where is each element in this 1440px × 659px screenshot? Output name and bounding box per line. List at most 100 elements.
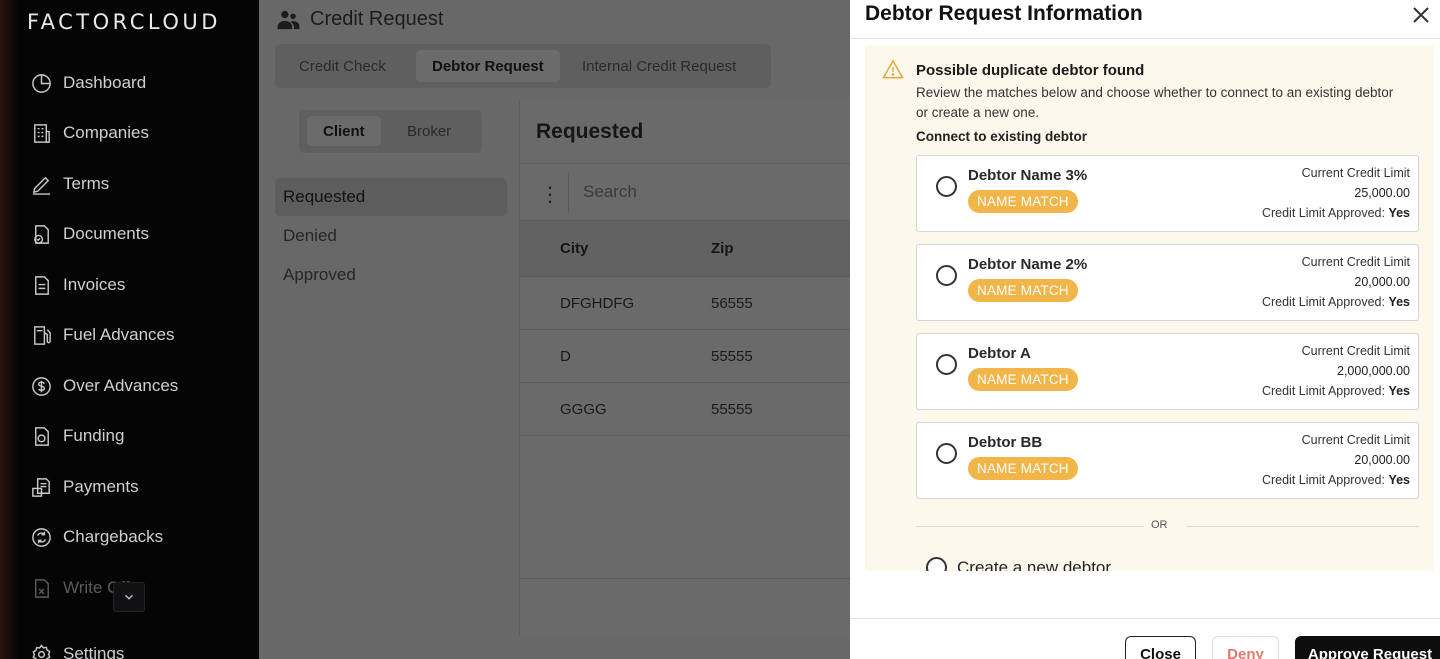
search-bar: ⋮ Search xyxy=(520,163,851,221)
cell-city: D xyxy=(560,348,571,365)
debtor-radio[interactable] xyxy=(936,265,957,286)
divider xyxy=(850,618,1440,619)
debtor-name: Debtor A xyxy=(968,345,1031,362)
create-new-debtor-radio[interactable] xyxy=(926,557,947,571)
divider xyxy=(1186,526,1419,527)
credit-limit-value: 25,000.00 xyxy=(1354,186,1410,200)
sidebar-item-label: Settings xyxy=(63,644,125,659)
credit-limit-label: Current Credit Limit xyxy=(1301,433,1410,447)
credit-limit-label: Current Credit Limit xyxy=(1301,166,1410,180)
or-divider: OR xyxy=(916,518,1419,534)
table-row[interactable]: DFGHDFG 56555 xyxy=(520,278,851,330)
close-button[interactable]: Close xyxy=(1125,636,1196,659)
sidebar: FACTORCLOUD Dashboard Companies Terms Do… xyxy=(0,0,259,659)
sidebar-item-label: Invoices xyxy=(63,275,126,294)
sidebar-item-label: Fuel Advances xyxy=(63,325,175,344)
name-match-badge: NAME MATCH xyxy=(968,457,1078,480)
debtor-option[interactable]: Debtor Name 3% NAME MATCH Current Credit… xyxy=(916,155,1419,232)
more-options-icon[interactable]: ⋮ xyxy=(540,182,560,207)
divider xyxy=(850,38,1440,39)
sidebar-item-dashboard[interactable]: Dashboard xyxy=(30,67,146,99)
divider xyxy=(568,173,569,213)
divider xyxy=(520,578,851,579)
warning-title: Possible duplicate debtor found xyxy=(916,62,1145,79)
approved-label: Credit Limit Approved: xyxy=(1261,384,1385,398)
warning-description: Review the matches below and choose whet… xyxy=(916,85,1394,120)
page-title: Credit Request xyxy=(277,8,443,31)
approved-label: Credit Limit Approved: xyxy=(1261,206,1385,220)
deny-button[interactable]: Deny xyxy=(1212,636,1279,659)
credit-limit-value: 20,000.00 xyxy=(1354,453,1410,467)
approved-value: Yes xyxy=(1388,206,1410,220)
debtor-radio[interactable] xyxy=(936,443,957,464)
client-broker-toggle: Client Broker xyxy=(299,110,482,153)
sidebar-item-chargebacks[interactable]: Chargebacks xyxy=(30,521,163,553)
credit-limit-label: Current Credit Limit xyxy=(1301,255,1410,269)
cell-zip: 55555 xyxy=(711,401,753,418)
approve-request-button[interactable]: Approve Request xyxy=(1295,636,1440,659)
debtor-option[interactable]: Debtor BB NAME MATCH Current Credit Limi… xyxy=(916,422,1419,499)
status-denied[interactable]: Denied xyxy=(275,217,507,255)
name-match-badge: NAME MATCH xyxy=(968,279,1078,302)
sidebar-item-label: Payments xyxy=(63,477,139,496)
credit-limit-value: 20,000.00 xyxy=(1354,275,1410,289)
chargeback-icon xyxy=(32,527,51,547)
close-icon[interactable] xyxy=(1409,3,1433,27)
credit-limit-approved: Credit Limit Approved: Yes xyxy=(1262,384,1410,398)
duplicate-warning: Possible duplicate debtor found Review t… xyxy=(865,45,1434,571)
approved-value: Yes xyxy=(1388,473,1410,487)
cell-zip: 56555 xyxy=(711,295,753,312)
sidebar-collapse-button[interactable] xyxy=(113,582,145,612)
gear-icon xyxy=(32,643,51,659)
users-icon xyxy=(277,10,300,29)
create-new-debtor-option[interactable]: Create a new debtor xyxy=(926,557,1111,571)
credit-limit-approved: Credit Limit Approved: Yes xyxy=(1262,206,1410,220)
segment-client[interactable]: Client xyxy=(307,116,381,146)
table-row[interactable]: GGGG 55555 xyxy=(520,384,851,436)
tab-debtor-request[interactable]: Debtor Request xyxy=(416,50,560,82)
column-header-zip[interactable]: Zip xyxy=(711,240,734,257)
approved-label: Credit Limit Approved: xyxy=(1261,295,1385,309)
main-content: Credit Request Credit Check Debtor Reque… xyxy=(259,0,851,659)
sidebar-item-invoices[interactable]: Invoices xyxy=(30,269,125,301)
search-input[interactable]: Search xyxy=(583,182,637,202)
sidebar-item-fuel-advances[interactable]: Fuel Advances xyxy=(30,319,175,351)
debtor-option[interactable]: Debtor Name 2% NAME MATCH Current Credit… xyxy=(916,244,1419,321)
status-filter-list: Requested Denied Approved xyxy=(275,178,507,295)
segment-broker[interactable]: Broker xyxy=(391,116,467,146)
name-match-badge: NAME MATCH xyxy=(968,368,1078,391)
name-match-badge: NAME MATCH xyxy=(968,190,1078,213)
building-icon xyxy=(34,123,50,143)
requests-panel: Requested ⋮ Search City Zip DFGHDFG 5655… xyxy=(519,100,851,636)
debtor-option[interactable]: Debtor A NAME MATCH Current Credit Limit… xyxy=(916,333,1419,410)
column-header-city[interactable]: City xyxy=(560,240,588,257)
divider xyxy=(916,526,1144,527)
sidebar-item-label: Companies xyxy=(63,123,149,142)
dashboard-icon xyxy=(32,73,51,93)
sidebar-item-funding[interactable]: Funding xyxy=(30,420,124,452)
sidebar-item-companies[interactable]: Companies xyxy=(30,117,149,149)
sidebar-item-over-advances[interactable]: Over Advances xyxy=(30,370,178,402)
sidebar-item-label: Chargebacks xyxy=(63,527,164,546)
chevron-down-icon xyxy=(124,594,134,600)
or-text: OR xyxy=(1151,519,1168,531)
approved-value: Yes xyxy=(1388,295,1410,309)
debtor-radio[interactable] xyxy=(936,354,957,375)
sidebar-item-label: Over Advances xyxy=(63,376,179,395)
debtor-name: Debtor Name 2% xyxy=(968,256,1088,273)
sidebar-item-documents[interactable]: Documents xyxy=(30,218,149,250)
status-approved[interactable]: Approved xyxy=(275,256,507,294)
status-requested[interactable]: Requested xyxy=(275,178,507,216)
debtor-radio[interactable] xyxy=(936,176,957,197)
sidebar-item-settings[interactable]: Settings xyxy=(30,638,124,659)
payments-icon xyxy=(32,477,50,497)
cell-city: DFGHDFG xyxy=(560,295,635,312)
tab-credit-check[interactable]: Credit Check xyxy=(283,50,402,82)
sidebar-item-terms[interactable]: Terms xyxy=(30,168,109,200)
sidebar-item-label: Funding xyxy=(63,426,125,445)
tab-internal-credit-request[interactable]: Internal Credit Request xyxy=(566,50,752,82)
sidebar-item-payments[interactable]: Payments xyxy=(30,471,139,503)
sidebar-item-label: Documents xyxy=(63,224,149,243)
credit-limit-approved: Credit Limit Approved: Yes xyxy=(1262,295,1410,309)
table-row[interactable]: D 55555 xyxy=(520,331,851,383)
